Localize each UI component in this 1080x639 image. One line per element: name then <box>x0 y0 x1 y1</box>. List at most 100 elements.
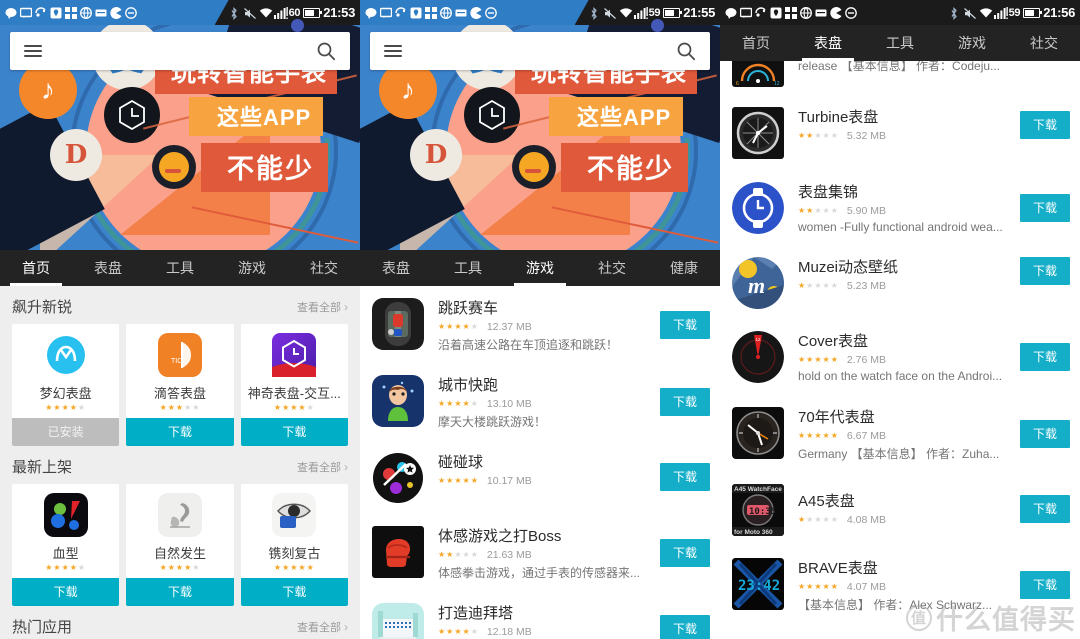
status-bar-system-icons: 59 21:56 <box>934 0 1080 25</box>
hamburger-menu-icon[interactable] <box>384 42 402 60</box>
banner-line-3: 不能少 <box>561 143 688 192</box>
location-icon <box>770 7 782 19</box>
tab-tools[interactable]: 工具 <box>864 25 936 61</box>
tab-label: 社交 <box>598 260 626 276</box>
download-button[interactable]: 下载 <box>659 463 710 491</box>
search-bar[interactable] <box>10 32 350 70</box>
list-item[interactable]: 城市快跑 ★★★★★ 13.10 MB 摩天大楼跳跃游戏！ 下载 <box>360 363 720 440</box>
download-button[interactable]: 下载 <box>126 578 234 606</box>
list-item-text: release 【基本信息】 作者：Codeju... <box>784 61 1014 74</box>
download-button[interactable]: 下载 <box>126 418 234 446</box>
section-view-all[interactable]: 查看全部 › <box>297 299 348 315</box>
list-item[interactable]: 70年代表盘 ★★★★★ 6.67 MB Germany 【基本信息】 作者：Z… <box>720 395 1080 472</box>
list-item[interactable]: 打造迪拜塔 ★★★★★ 12.18 MB 下载 <box>360 591 720 639</box>
tab-tools[interactable]: 工具 <box>432 250 504 286</box>
download-button[interactable]: 下载 <box>659 387 710 416</box>
tab-watchfaces[interactable]: 表盘 <box>360 250 432 286</box>
promo-banner[interactable]: 支 ♪ D 玩转智能手表 这些APP 不能少 <box>360 25 720 250</box>
download-button[interactable]: 下载 <box>659 310 710 339</box>
tab-games[interactable]: 游戏 <box>936 25 1008 61</box>
section-view-all[interactable]: 查看全部 › <box>297 619 348 635</box>
search-icon[interactable] <box>316 41 336 61</box>
download-button[interactable]: 下载 <box>12 578 120 606</box>
list-item-partial[interactable]: 612 release 【基本信息】 作者：Codeju... 下载 <box>720 61 1080 95</box>
category-tab-bar[interactable]: 表盘 工具 游戏 社交 健康 <box>360 250 720 286</box>
app-card-row: 梦幻表盘 ★★★★★ 已安装 TIC 滴答表盘 ★★★★★ 下载 神奇表盘-交互… <box>0 324 360 446</box>
search-bar[interactable] <box>370 32 710 70</box>
tab-games[interactable]: 游戏 <box>504 250 576 286</box>
hamburger-menu-icon[interactable] <box>24 42 42 60</box>
app-meta: ★★★★★ 4.07 MB <box>798 581 1014 593</box>
list-item[interactable]: 体感游戏之打Boss ★★★★★ 21.63 MB 体感拳击游戏，通过手表的传感… <box>360 514 720 591</box>
tab-watchfaces[interactable]: 表盘 <box>792 25 864 61</box>
section-title: 最新上架 <box>12 459 73 476</box>
app-card[interactable]: TIC 滴答表盘 ★★★★★ 下载 <box>126 324 234 446</box>
tab-health[interactable]: 健康 <box>648 250 720 286</box>
list-item[interactable]: 表盘集锦 ★★★★★ 5.90 MB women -Fully function… <box>720 170 1080 245</box>
tab-watchfaces[interactable]: 表盘 <box>72 250 144 286</box>
download-button[interactable]: 下载 <box>1019 343 1070 371</box>
card-icon <box>95 7 107 19</box>
app-card[interactable]: 梦幻表盘 ★★★★★ 已安装 <box>12 324 120 446</box>
list-item[interactable]: 跳跃赛车 ★★★★★ 12.37 MB 沿着高速公路在车顶追逐和跳跃！ 下载 <box>360 286 720 363</box>
rating-stars: ★★★★★ <box>438 476 479 485</box>
location-icon <box>410 7 422 19</box>
install-state-button[interactable]: 已安装 <box>12 418 120 446</box>
app-description: 体感拳击游戏，通过手表的传感器来... <box>438 566 641 580</box>
list-item[interactable]: m Muzei动态壁纸 ★★★★★ 5.23 MB 下载 <box>720 245 1080 319</box>
cityrun-icon <box>372 375 424 427</box>
list-item[interactable]: 23:42 BRAVE表盘 ★★★★★ 4.07 MB 【基本信息】 作者：Al… <box>720 546 1080 623</box>
rating-stars: ★★★★★ <box>438 322 479 331</box>
app-card[interactable]: 镌刻复古 ★★★★★ 下载 <box>240 484 348 606</box>
download-button[interactable]: 下载 <box>659 615 710 639</box>
app-card[interactable]: 神奇表盘-交互... ★★★★★ 下载 <box>240 324 348 446</box>
tab-social[interactable]: 社交 <box>288 250 360 286</box>
section-view-all[interactable]: 查看全部 › <box>297 459 348 475</box>
list-item[interactable]: A45 WatchFace for Moto 360 10:35 A45表盘 ★★★… <box>720 472 1080 546</box>
tab-home[interactable]: 首页 <box>0 250 72 286</box>
download-button[interactable]: 下载 <box>1019 495 1070 523</box>
list-item-text: 打造迪拜塔 ★★★★★ 12.18 MB <box>424 601 654 639</box>
tab-games[interactable]: 游戏 <box>216 250 288 286</box>
rating-stars: ★★★★★ <box>45 563 87 572</box>
download-button[interactable]: 下载 <box>240 418 348 446</box>
download-button[interactable]: 下载 <box>240 578 348 606</box>
tab-tools[interactable]: 工具 <box>144 250 216 286</box>
signal-icon <box>633 6 648 19</box>
category-tab-bar[interactable]: 首页 表盘 工具 游戏 社交 <box>0 250 360 286</box>
chat-icon <box>365 7 377 19</box>
app-meta: ★★★★★ 21.63 MB <box>438 549 654 561</box>
list-item[interactable]: 12 Cover表盘 ★★★★★ 2.76 MB hold on the wat… <box>720 319 1080 395</box>
download-button[interactable]: 下载 <box>1019 193 1070 222</box>
app-meta: ★★★★★ 5.32 MB <box>798 130 1014 142</box>
list-item[interactable]: Turbine表盘 ★★★★★ 5.32 MB 下载 <box>720 95 1080 170</box>
list-item[interactable]: 碰碰球 ★★★★★ 10.17 MB 下载 <box>360 440 720 514</box>
download-button[interactable]: 下载 <box>1019 419 1070 448</box>
app-description: 【基本信息】 作者：Alex Schwarz... <box>798 598 993 612</box>
app-size: 2.76 MB <box>846 354 886 366</box>
battery-percent: 59 <box>1008 6 1021 19</box>
game-list: 跳跃赛车 ★★★★★ 12.37 MB 沿着高速公路在车顶追逐和跳跃！ 下载 城… <box>360 286 720 639</box>
tab-home[interactable]: 首页 <box>720 25 792 61</box>
app-card[interactable]: 血型 ★★★★★ 下载 <box>12 484 120 606</box>
category-tab-bar[interactable]: 首页 表盘 工具 游戏 社交 <box>720 25 1080 61</box>
download-button[interactable]: 下载 <box>1019 570 1070 599</box>
tab-social[interactable]: 社交 <box>576 250 648 286</box>
chat-icon <box>5 7 17 19</box>
search-icon[interactable] <box>676 41 696 61</box>
status-bar-notification-icons <box>360 6 497 19</box>
tab-label: 首页 <box>742 35 770 51</box>
rating-stars: ★★★★★ <box>798 515 839 524</box>
app-size: 4.07 MB <box>846 581 886 593</box>
tab-label: 游戏 <box>526 260 554 276</box>
download-button[interactable]: 下载 <box>659 538 710 567</box>
svg-text:for Moto 360: for Moto 360 <box>734 529 773 536</box>
list-item-text: 表盘集锦 ★★★★★ 5.90 MB women -Fully function… <box>784 180 1014 234</box>
promo-banner[interactable]: 支 ♪ D 玩转智能手表 这些APP 不能少 <box>0 25 360 250</box>
download-button[interactable]: 下载 <box>1019 111 1070 139</box>
tab-social[interactable]: 社交 <box>1008 25 1080 61</box>
app-name: 梦幻表盘 <box>39 386 92 401</box>
app-name: 跳跃赛车 <box>438 300 499 317</box>
app-card[interactable]: 自然发生 ★★★★★ 下载 <box>126 484 234 606</box>
download-button[interactable]: 下载 <box>1019 257 1070 285</box>
